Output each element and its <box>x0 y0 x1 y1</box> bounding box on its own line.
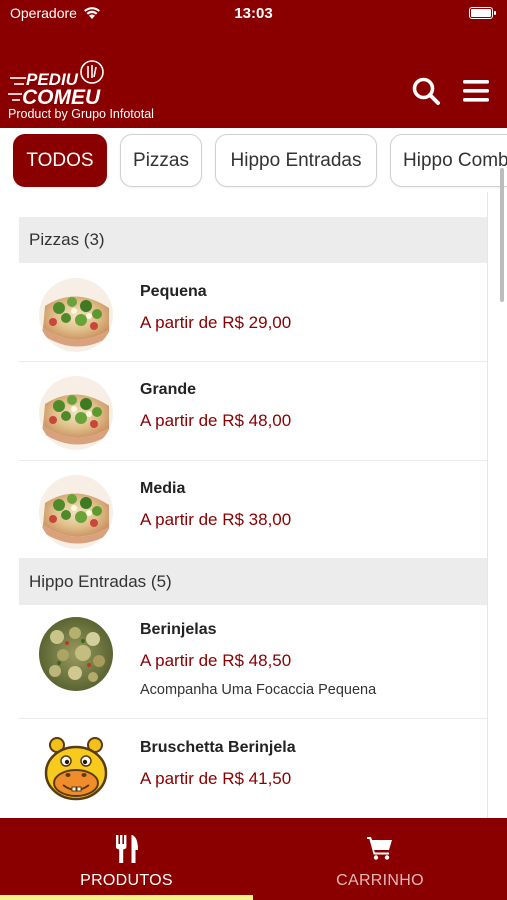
product-item-berinjelas[interactable]: Berinjelas A partir de R$ 48,50 Acompanh… <box>19 605 487 719</box>
tab-pizzas[interactable]: Pizzas <box>120 134 202 187</box>
partial-product-image <box>47 192 107 204</box>
product-item-pequena[interactable]: Pequena A partir de R$ 29,00 <box>19 263 487 362</box>
product-price: A partir de R$ 48,50 <box>140 651 292 670</box>
logo-text-bottom: COMEU <box>22 86 101 108</box>
product-name: Media <box>140 480 186 497</box>
product-list[interactable]: Pizzas (3) Pequena A partir de R$ 29,00 … <box>0 192 507 818</box>
eggplant-image <box>39 617 113 691</box>
status-bar: Operadore 13:03 <box>0 0 507 28</box>
tab-hippo-entradas[interactable]: Hippo Entradas <box>215 134 377 187</box>
pediu-comeu-logo: PEDIU COMEU Product by Grupo Infototal <box>8 58 208 124</box>
tab-todos[interactable]: TODOS <box>13 134 107 187</box>
list-divider <box>487 192 488 818</box>
active-tab-indicator <box>0 895 253 900</box>
product-name: Pequena <box>140 283 207 300</box>
nav-label-carrinho: CARRINHO <box>336 872 424 889</box>
section-header-pizzas: Pizzas (3) <box>19 217 487 263</box>
product-price: A partir de R$ 29,00 <box>140 313 292 332</box>
category-tabs: TODOS Pizzas Hippo Entradas Hippo Combos <box>0 128 507 192</box>
product-item-media[interactable]: Media A partir de R$ 38,00 <box>19 461 487 559</box>
section-header-hippo-entradas: Hippo Entradas (5) <box>19 559 487 605</box>
pizza-image <box>39 376 113 450</box>
product-name: Berinjelas <box>140 621 217 638</box>
menu-button[interactable] <box>461 76 491 106</box>
scrollbar[interactable] <box>500 168 504 302</box>
bottom-navigation: PRODUTOS CARRINHO <box>0 818 507 900</box>
search-icon <box>412 77 440 105</box>
hippo-mascot-image <box>39 733 113 807</box>
hamburger-icon <box>463 80 489 102</box>
product-item-bruschetta-berinjela[interactable]: Bruschetta Berinjela A partir de R$ 41,5… <box>19 719 487 818</box>
product-name: Grande <box>140 381 197 398</box>
app-screen: Operadore 13:03 PEDIU COMEU Product by G… <box>0 0 507 900</box>
product-price: A partir de R$ 41,50 <box>140 769 292 788</box>
product-price: A partir de R$ 38,00 <box>140 510 292 529</box>
nav-carrinho[interactable]: CARRINHO <box>253 818 507 900</box>
fork-knife-icon <box>115 835 138 863</box>
cart-icon <box>367 837 392 860</box>
nav-produtos[interactable]: PRODUTOS <box>0 818 253 900</box>
product-description: Acompanha Uma Focaccia Pequena <box>140 682 377 698</box>
logo-caption: Product by Grupo Infototal <box>8 107 154 121</box>
nav-label-produtos: PRODUTOS <box>80 872 173 889</box>
product-name: Bruschetta Berinjela <box>140 739 296 756</box>
product-price: A partir de R$ 48,00 <box>140 411 292 430</box>
search-button[interactable] <box>411 76 441 106</box>
pizza-image <box>39 278 113 352</box>
battery-icon <box>469 7 496 19</box>
status-time: 13:03 <box>234 5 273 22</box>
logo-mark: PEDIU COMEU <box>8 60 104 108</box>
tab-hippo-combos[interactable]: Hippo Combos <box>390 134 507 187</box>
app-header: Operadore 13:03 PEDIU COMEU Product by G… <box>0 0 507 128</box>
pizza-image <box>39 475 113 549</box>
product-item-grande[interactable]: Grande A partir de R$ 48,00 <box>19 362 487 461</box>
